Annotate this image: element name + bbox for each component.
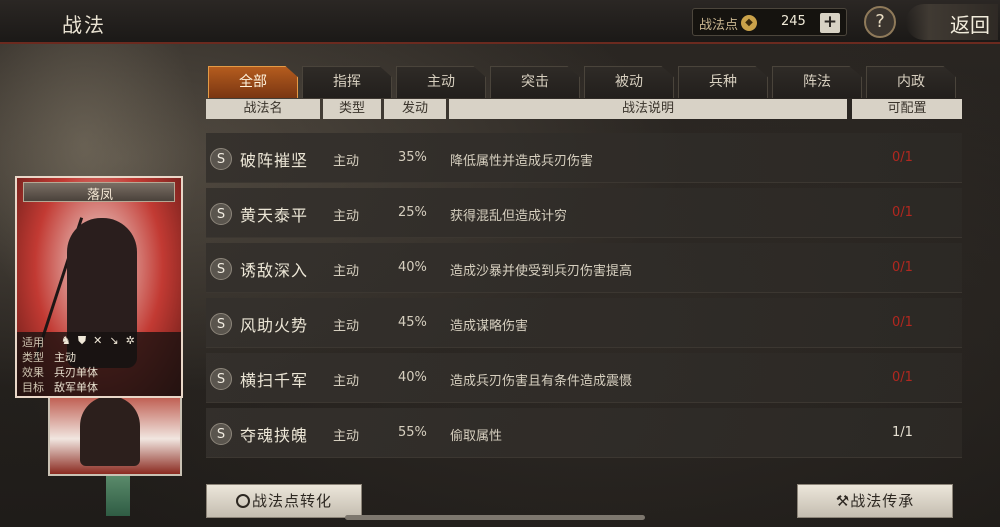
card-title-bar: 落凤 <box>23 182 175 203</box>
tactic-points-label: 战法点 <box>699 18 739 33</box>
grade-badge: S <box>210 203 232 225</box>
tab-formation[interactable]: 阵法 <box>772 66 862 98</box>
card-silhouette <box>80 396 140 466</box>
card-fit-row: 适用 <box>22 334 54 349</box>
tactic-name: 夺魂挟魄 <box>240 426 309 445</box>
tactic-name: 黄天泰平 <box>240 206 309 225</box>
page-title: 战法 <box>62 13 106 37</box>
tactic-type: 主动 <box>333 429 360 444</box>
tactic-config: 1/1 <box>892 425 913 440</box>
card-target-label: 目标 <box>22 381 44 394</box>
column-header-type: 类型 <box>323 99 381 119</box>
tactic-rate: 25% <box>398 205 427 220</box>
help-button[interactable]: ? <box>864 6 896 38</box>
tab-all[interactable]: 全部 <box>208 66 298 98</box>
shield-icon: ⛊ <box>77 334 94 347</box>
tactic-type: 主动 <box>333 374 360 389</box>
card-effect-row: 效果 兵刃单体 <box>22 364 98 379</box>
column-header-config: 可配置 <box>852 99 962 119</box>
card-fit-label: 适用 <box>22 336 44 349</box>
grade-badge: S <box>210 148 232 170</box>
table-row[interactable]: S 风助火势 主动 45% 造成谋略伤害 0/1 <box>206 298 962 348</box>
card-type-value: 主动 <box>54 351 76 364</box>
tactic-rate: 40% <box>398 260 427 275</box>
tactic-description: 偷取属性 <box>450 429 503 444</box>
grade-badge: S <box>210 258 232 280</box>
column-header-trigger: 发动 <box>384 99 446 119</box>
vehicle-icon: ✲ <box>125 334 142 347</box>
tactic-name: 破阵摧坚 <box>240 151 309 170</box>
table-row[interactable]: S 黄天泰平 主动 25% 获得混乱但造成计穷 0/1 <box>206 188 962 238</box>
tactic-points-box: 战法点 ◆ 245 + <box>692 8 847 36</box>
cavalry-icon: ♞ <box>61 334 78 347</box>
convert-points-button[interactable]: 战法点转化 <box>206 484 362 518</box>
tactic-type: 主动 <box>333 264 360 279</box>
tactic-type: 主动 <box>333 209 360 224</box>
grade-badge: S <box>210 313 232 335</box>
troop-type-icons: ♞⛊✕↘✲ <box>61 334 142 348</box>
card-type-label: 类型 <box>22 351 44 364</box>
coin-icon: ◆ <box>741 15 757 31</box>
tactic-points-value: 245 <box>781 14 806 29</box>
card-target-row: 目标 敌军单体 <box>22 379 98 394</box>
tactic-config: 0/1 <box>892 370 913 385</box>
tactic-rate: 35% <box>398 150 427 165</box>
coin-outline-icon <box>235 494 250 508</box>
column-header-name: 战法名 <box>206 99 320 119</box>
table-row[interactable]: S 诱敌深入 主动 40% 造成沙暴并使受到兵刃伤害提高 0/1 <box>206 243 962 293</box>
hammer-icon: ⚒ <box>835 492 851 510</box>
top-bar: 战法 战法点 ◆ 245 + ? 返回 <box>0 0 1000 44</box>
tactic-config: 0/1 <box>892 205 913 220</box>
grade-badge: S <box>210 423 232 445</box>
home-indicator <box>345 515 645 520</box>
tab-command[interactable]: 指挥 <box>302 66 392 98</box>
tactic-type: 主动 <box>333 154 360 169</box>
tab-active[interactable]: 主动 <box>396 66 486 98</box>
table-row[interactable]: S 横扫千军 主动 40% 造成兵刃伤害且有条件造成震慑 0/1 <box>206 353 962 403</box>
back-button-label: 返回 <box>950 13 990 37</box>
table-row[interactable]: S 夺魂挟魄 主动 55% 偷取属性 1/1 <box>206 408 962 458</box>
tactic-description: 造成沙暴并使受到兵刃伤害提高 <box>450 264 633 279</box>
tab-troop[interactable]: 兵种 <box>678 66 768 98</box>
tactic-description: 造成谋略伤害 <box>450 319 529 334</box>
grade-badge: S <box>210 368 232 390</box>
tactic-name: 诱敌深入 <box>240 261 309 280</box>
inherit-tactic-button[interactable]: ⚒战法传承 <box>797 484 953 518</box>
tactic-description: 降低属性并造成兵刃伤害 <box>450 154 594 169</box>
selected-tactic-card[interactable]: 落凤 适用 ♞⛊✕↘✲ 类型 主动 效果 兵刃单体 目标 敌军单体 <box>15 176 183 398</box>
tactic-rate: 55% <box>398 425 427 440</box>
tactic-type: 主动 <box>333 319 360 334</box>
tab-passive[interactable]: 被动 <box>584 66 674 98</box>
tactic-config: 0/1 <box>892 150 913 165</box>
bow-icon: ✕ <box>93 334 110 347</box>
tactic-name: 横扫千军 <box>240 371 309 390</box>
spear-icon: ↘ <box>109 334 126 347</box>
category-tabs: 全部 指挥 主动 突击 被动 兵种 阵法 内政 <box>208 66 960 98</box>
tactic-name: 风助火势 <box>240 316 309 335</box>
card-edge <box>106 476 130 516</box>
table-row[interactable]: S 破阵摧坚 主动 35% 降低属性并造成兵刃伤害 0/1 <box>206 133 962 183</box>
tab-assault[interactable]: 突击 <box>490 66 580 98</box>
convert-points-label: 战法点转化 <box>251 492 332 510</box>
tactic-rate: 45% <box>398 315 427 330</box>
card-type-row: 类型 主动 <box>22 349 76 364</box>
tactic-config: 0/1 <box>892 260 913 275</box>
tactic-rate: 40% <box>398 370 427 385</box>
tab-internal[interactable]: 内政 <box>866 66 956 98</box>
card-effect-value: 兵刃单体 <box>54 366 98 379</box>
card-target-value: 敌军单体 <box>54 381 98 394</box>
back-button[interactable]: 返回 <box>906 4 998 40</box>
card-effect-label: 效果 <box>22 366 44 379</box>
inherit-tactic-label: 战法传承 <box>850 492 915 510</box>
card-info-panel: 适用 ♞⛊✕↘✲ 类型 主动 效果 兵刃单体 目标 敌军单体 <box>17 332 181 396</box>
tactic-config: 0/1 <box>892 315 913 330</box>
add-points-button[interactable]: + <box>820 13 840 33</box>
column-header-description: 战法说明 <box>449 99 847 119</box>
tactic-description: 获得混乱但造成计穷 <box>450 209 568 224</box>
tactics-list: S 破阵摧坚 主动 35% 降低属性并造成兵刃伤害 0/1 S 黄天泰平 主动 … <box>206 131 966 471</box>
card-title: 落凤 <box>86 188 113 203</box>
tactic-description: 造成兵刃伤害且有条件造成震慑 <box>450 374 633 389</box>
